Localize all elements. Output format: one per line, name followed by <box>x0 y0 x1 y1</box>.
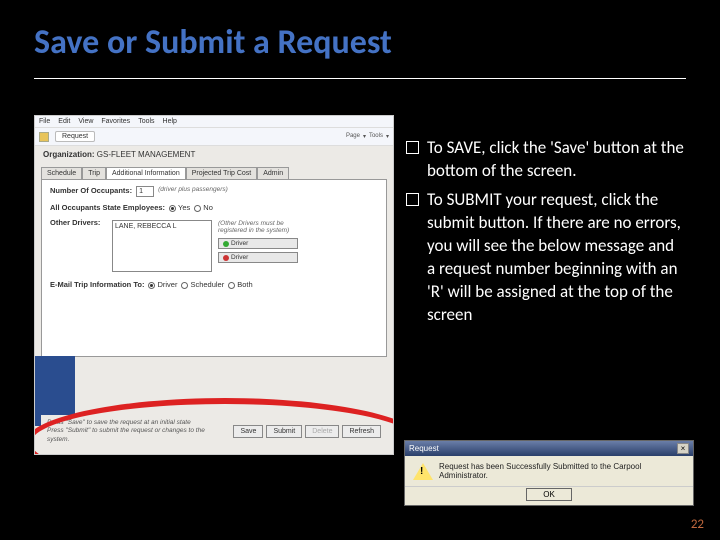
menubar: File Edit View Favorites Tools Help <box>35 116 393 128</box>
title-underline <box>34 78 686 79</box>
organization-row: Organization: GS-FLEET MANAGEMENT <box>35 146 393 163</box>
minus-icon <box>223 255 229 261</box>
bullet-1-text: To SAVE, click the 'Save' button at the … <box>427 137 686 183</box>
plus-icon <box>223 241 229 247</box>
submit-button[interactable]: Submit <box>266 425 302 438</box>
tab-additional-information[interactable]: Additional Information <box>106 167 186 179</box>
bullet-2: To SUBMIT your request, click the submit… <box>406 189 686 327</box>
menu-edit[interactable]: Edit <box>58 118 70 125</box>
dialog-body: Request has been Successfully Submitted … <box>405 456 693 486</box>
radio-driver-label: Driver <box>157 280 177 289</box>
refresh-button[interactable]: Refresh <box>342 425 381 438</box>
remove-driver-button[interactable]: Driver <box>218 252 298 263</box>
email-trip-label: E-Mail Trip Information To: <box>50 280 144 289</box>
footer-hint-1: Press "Save" to save the request at an i… <box>47 419 227 427</box>
radio-scheduler-label: Scheduler <box>190 280 224 289</box>
tab-schedule[interactable]: Schedule <box>41 167 82 179</box>
page-number: 22 <box>691 517 704 532</box>
num-occupants-label: Number Of Occupants: <box>50 186 132 195</box>
radio-scheduler[interactable] <box>181 282 188 289</box>
toolbar-page[interactable]: Page <box>346 133 360 140</box>
close-icon[interactable]: × <box>677 443 689 454</box>
toolbar-right: Page ▾ Tools ▾ <box>346 133 389 140</box>
favorites-icon[interactable] <box>39 132 49 142</box>
other-drivers-helper: (Other Drivers must be registered in the… <box>218 220 298 234</box>
tabs-row: Schedule Trip Additional Information Pro… <box>35 163 393 179</box>
radio-no[interactable] <box>194 205 201 212</box>
radio-yes[interactable] <box>169 205 176 212</box>
num-occupants-input[interactable]: 1 <box>136 186 154 197</box>
menu-help[interactable]: Help <box>163 118 177 125</box>
bullet-box-icon <box>406 193 419 206</box>
other-drivers-row: Other Drivers: LANE, REBECCA L (Other Dr… <box>50 218 378 272</box>
other-drivers-list[interactable]: LANE, REBECCA L <box>112 220 212 272</box>
menu-view[interactable]: View <box>78 118 93 125</box>
bullet-2-text: To SUBMIT your request, click the submit… <box>427 189 686 327</box>
dialog-footer: OK <box>405 486 693 505</box>
footer-buttons: Save Submit Delete Refresh <box>233 425 381 438</box>
ok-button[interactable]: OK <box>526 488 572 501</box>
radio-no-label: No <box>203 203 213 212</box>
menu-tools[interactable]: Tools <box>138 118 154 125</box>
num-occupants-helper: (driver plus passengers) <box>158 186 228 193</box>
state-employees-label: All Occupants State Employees: <box>50 203 165 212</box>
delete-button[interactable]: Delete <box>305 425 339 438</box>
tab-projected-trip-cost[interactable]: Projected Trip Cost <box>186 167 258 179</box>
radio-both-label: Both <box>237 280 252 289</box>
footer-hint-2: Press "Submit" to submit the request or … <box>47 427 227 444</box>
menu-favorites[interactable]: Favorites <box>101 118 130 125</box>
tab-trip[interactable]: Trip <box>82 167 106 179</box>
screenshot-panel: File Edit View Favorites Tools Help Requ… <box>34 115 394 455</box>
toolbar: Request Page ▾ Tools ▾ <box>35 128 393 146</box>
bullet-box-icon <box>406 141 419 154</box>
radio-both[interactable] <box>228 282 235 289</box>
toolbar-tools[interactable]: Tools <box>369 133 383 140</box>
dialog-titlebar: Request × <box>405 441 693 456</box>
menu-file[interactable]: File <box>39 118 50 125</box>
warning-icon <box>413 463 433 480</box>
save-button[interactable]: Save <box>233 425 263 438</box>
email-trip-row: E-Mail Trip Information To: Driver Sched… <box>50 280 378 289</box>
footer-row: Press "Save" to save the request at an i… <box>41 415 387 448</box>
tab-admin[interactable]: Admin <box>257 167 289 179</box>
org-label: Organization: <box>43 150 95 159</box>
tab-panel: Number Of Occupants: 1 (driver plus pass… <box>41 179 387 357</box>
bullet-1: To SAVE, click the 'Save' button at the … <box>406 137 686 183</box>
state-employees-row: All Occupants State Employees: Yes No <box>50 203 378 212</box>
add-driver-button[interactable]: Driver <box>218 238 298 249</box>
org-value: GS-FLEET MANAGEMENT <box>97 150 196 159</box>
confirmation-dialog: Request × Request has been Successfully … <box>404 440 694 506</box>
dialog-title-text: Request <box>409 444 439 453</box>
toolbar-tab-request[interactable]: Request <box>55 131 95 142</box>
footer-hint: Press "Save" to save the request at an i… <box>47 419 227 444</box>
other-drivers-label: Other Drivers: <box>50 218 108 227</box>
slide-title: Save or Submit a Request <box>0 0 720 69</box>
num-occupants-row: Number Of Occupants: 1 (driver plus pass… <box>50 186 378 197</box>
radio-yes-label: Yes <box>178 203 190 212</box>
dialog-message: Request has been Successfully Submitted … <box>439 462 685 480</box>
radio-driver[interactable] <box>148 282 155 289</box>
